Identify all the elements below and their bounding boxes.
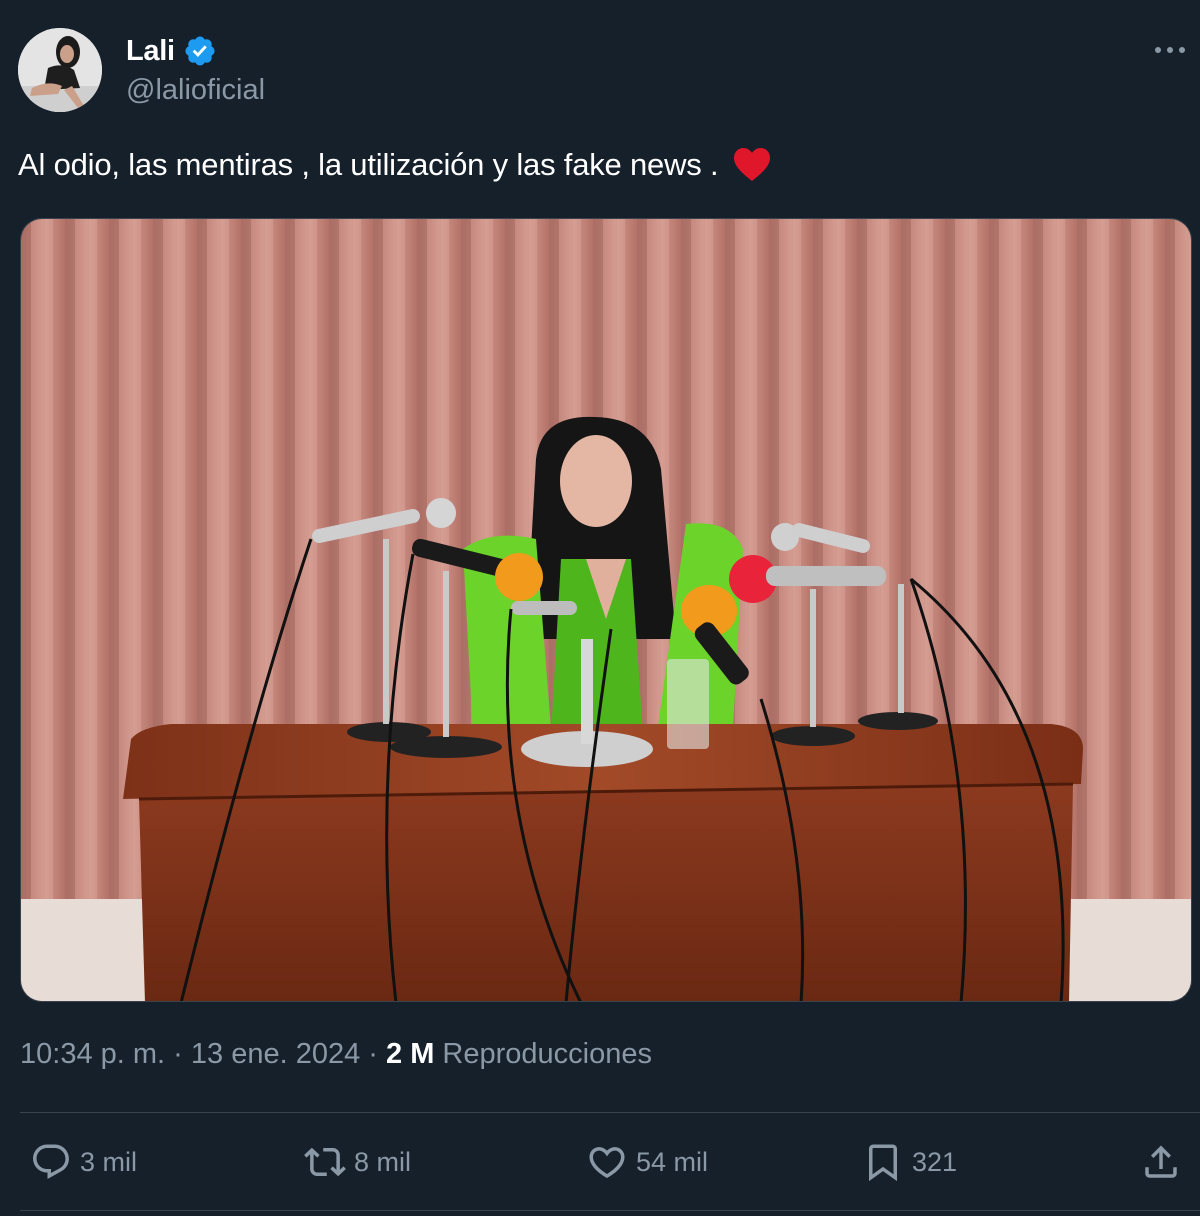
action-bar: 3 mil 8 mil 54 mil 321 [20,1138,1200,1186]
tweet-date[interactable]: 13 ene. 2024 [191,1038,360,1070]
reply-count: 3 mil [80,1146,138,1177]
user-handle[interactable]: @lalioficial [126,74,265,107]
like-button[interactable]: 54 mil [586,1138,708,1186]
more-options-icon[interactable] [1152,38,1188,62]
tweet-photo[interactable] [20,218,1192,1002]
tweet-header: Lali @lalioficial [18,28,1200,118]
bookmark-button[interactable]: 321 [862,1138,957,1186]
tweet-text: Al odio, las mentiras , la utilización y… [18,147,772,183]
avatar[interactable] [18,28,102,112]
tweet-body: Al odio, las mentiras , la utilización y… [18,147,719,182]
bookmark-count: 321 [912,1146,958,1177]
reply-button[interactable]: 3 mil [30,1138,137,1186]
divider-bottom [20,1210,1200,1211]
bookmark-icon [869,1144,897,1182]
repost-icon [304,1147,346,1177]
reply-icon [33,1144,69,1179]
repost-count: 8 mil [354,1146,412,1177]
share-button[interactable] [1140,1138,1182,1186]
red-heart-icon [732,147,772,183]
divider [20,1112,1200,1113]
display-name[interactable]: Lali [126,35,175,68]
heart-icon [589,1147,625,1179]
verified-badge-icon[interactable] [183,34,217,68]
share-icon [1145,1145,1177,1178]
views-label: Reproducciones [442,1038,652,1070]
tweet-time[interactable]: 10:34 p. m. [20,1038,165,1070]
repost-button[interactable]: 8 mil [304,1138,411,1186]
views-count: 2 M [386,1038,435,1070]
tweet-meta: 10:34 p. m. · 13 ene. 2024 · 2 M Reprodu… [20,1038,652,1071]
like-count: 54 mil [636,1146,709,1177]
meta-separator: · [173,1038,183,1070]
meta-separator-2: · [368,1038,378,1070]
